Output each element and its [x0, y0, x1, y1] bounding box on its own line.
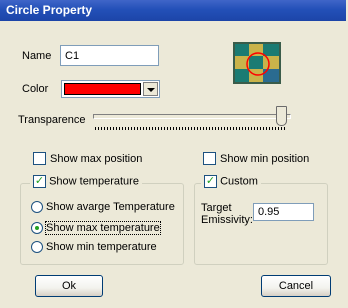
custom-label: Custom	[220, 175, 258, 188]
emissivity-input-value: 0.95	[258, 206, 280, 218]
custom-checkbox[interactable]: ✓	[204, 175, 217, 188]
show-temperature-checkbox[interactable]: ✓	[33, 175, 46, 188]
name-input-value: C1	[65, 50, 80, 62]
name-input[interactable]: C1	[60, 45, 159, 66]
show-max-position-checkbox[interactable]	[33, 152, 46, 165]
title-bar[interactable]: Circle Property	[0, 0, 346, 21]
show-temperature-label: Show temperature	[49, 175, 139, 188]
transparence-slider-thumb[interactable]	[276, 106, 287, 126]
show-average-temperature-label: Show avarge Temperature	[46, 201, 175, 213]
ok-button-label: Ok	[61, 280, 77, 292]
radio-selected-dot	[35, 226, 39, 230]
temperature-group-header: ✓ Show temperature	[30, 175, 142, 188]
show-min-temperature-radio[interactable]	[31, 241, 43, 253]
show-average-temperature-radio[interactable]	[31, 201, 43, 213]
circle-property-dialog: Circle Property Name C1 Color Transparen…	[0, 0, 348, 308]
color-label: Color	[22, 83, 49, 95]
color-swatch	[64, 83, 141, 95]
window-title: Circle Property	[6, 3, 93, 17]
emissivity-input[interactable]: 0.95	[253, 203, 314, 221]
show-min-temperature-label: Show min temperature	[46, 241, 157, 253]
emissivity-label: Emissivity:	[201, 214, 253, 226]
custom-group-header: ✓ Custom	[201, 175, 261, 188]
show-max-temperature-label: Show max temperature	[45, 221, 161, 235]
transparence-label: Transparence	[18, 114, 86, 126]
show-min-position-checkbox[interactable]	[203, 152, 216, 165]
color-dropdown-button[interactable]	[143, 82, 158, 96]
transparence-slider-track[interactable]	[93, 114, 291, 119]
show-min-position-label: Show min position	[220, 153, 310, 165]
transparence-slider-ticks	[95, 127, 287, 130]
color-dropdown[interactable]	[61, 80, 160, 98]
target-label: Target	[201, 202, 232, 214]
show-max-position-label: Show max position	[50, 153, 143, 165]
circle-preview-icon	[233, 42, 281, 84]
cancel-button[interactable]: Cancel	[261, 275, 331, 297]
name-label: Name	[22, 50, 52, 62]
chevron-down-icon	[147, 88, 155, 92]
show-max-temperature-radio[interactable]	[31, 222, 43, 234]
ok-button[interactable]: Ok	[35, 275, 103, 297]
cancel-button-label: Cancel	[278, 280, 314, 292]
